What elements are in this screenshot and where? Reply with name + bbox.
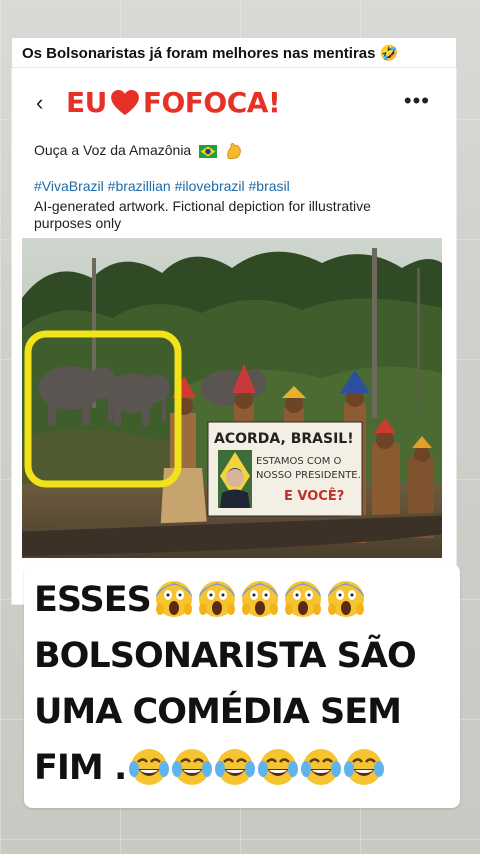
sign-title: ACORDA, BRASIL! <box>214 431 354 447</box>
scream-emoji-group <box>151 580 366 620</box>
sign-line-3: E VOCÊ? <box>284 488 344 504</box>
face-with-tears-of-joy-icon <box>215 749 256 785</box>
overlay-line-4: FIM . <box>34 748 127 788</box>
brazil-flag-icon <box>199 144 218 158</box>
overlay-line-1: ESSES <box>34 580 152 620</box>
overlay-caption: ESSES BOLSONARISTA SÃO UMA COMÉDIA SEM F… <box>34 572 454 796</box>
post-hashtags[interactable]: #VivaBrazil #brazillian #ilovebrazil #br… <box>34 178 290 194</box>
overlay-line-3: UMA COMÉDIA SEM <box>34 692 402 732</box>
logo-right-text: FOFOCA! <box>142 86 281 119</box>
face-with-tears-of-joy-icon <box>344 749 385 785</box>
post-header: ‹ EU FOFOCA! ••• <box>22 74 446 134</box>
face-with-tears-of-joy-icon <box>258 749 299 785</box>
face-with-tears-of-joy-icon <box>172 749 213 785</box>
post-screenshot: ‹ EU FOFOCA! ••• Ouça a Voz da Amazônia … <box>12 68 456 604</box>
logo-left-text: EU <box>66 86 107 119</box>
overlay-line-2: BOLSONARISTA SÃO <box>34 636 417 676</box>
flexed-biceps-icon <box>227 143 241 160</box>
face-screaming-in-fear-icon <box>198 581 235 617</box>
sign-line-1: ESTAMOS COM O <box>256 456 342 467</box>
laugh-emoji-group <box>126 748 385 788</box>
caption-text: Os Bolsonaristas já foram melhores nas m… <box>22 45 399 62</box>
face-with-tears-of-joy-icon <box>301 749 342 785</box>
video-caption: Os Bolsonaristas já foram melhores nas m… <box>12 38 456 68</box>
post-photo: ACORDA, BRASIL! ESTAMOS COM O NOSSO PRES… <box>22 238 442 558</box>
profile-logo: EU FOFOCA! <box>66 86 281 119</box>
back-arrow-icon[interactable]: ‹ <box>36 90 43 116</box>
face-screaming-in-fear-icon <box>284 581 321 617</box>
post-text: Ouça a Voz da Amazônia <box>34 142 243 160</box>
more-options-icon[interactable]: ••• <box>404 88 430 114</box>
face-with-tears-of-joy-icon <box>129 749 170 785</box>
face-screaming-in-fear-icon <box>155 581 192 617</box>
sign-line-2: NOSSO PRESIDENTE. <box>256 470 361 481</box>
protest-sign: ACORDA, BRASIL! ESTAMOS COM O NOSSO PRES… <box>207 421 363 517</box>
face-screaming-in-fear-icon <box>327 581 364 617</box>
face-screaming-in-fear-icon <box>241 581 278 617</box>
overlay-caption-card: ESSES BOLSONARISTA SÃO UMA COMÉDIA SEM F… <box>24 564 460 808</box>
heart-icon <box>111 89 139 115</box>
post-description: AI-generated artwork. Fictional depictio… <box>34 198 371 231</box>
